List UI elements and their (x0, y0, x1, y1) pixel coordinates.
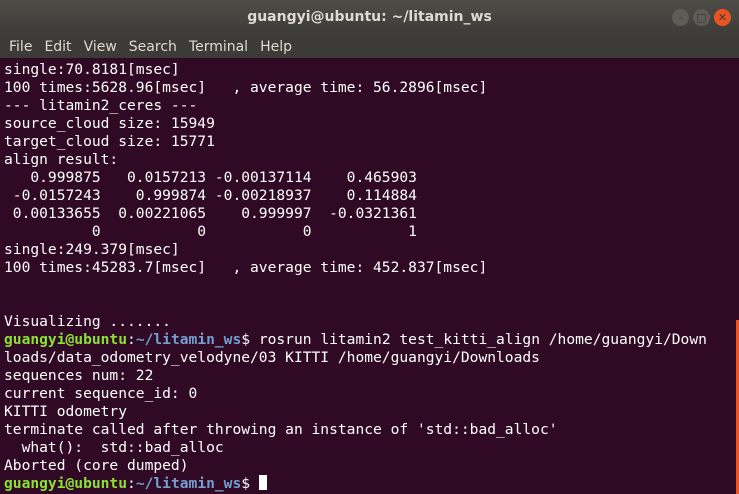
output-line: -0.0157243 0.999874 -0.00218937 0.114884 (4, 187, 417, 204)
output-line: Visualizing ....... (4, 313, 171, 330)
output-line: loads/data_odometry_velodyne/03 KITTI /h… (4, 349, 540, 366)
menu-view[interactable]: View (78, 39, 123, 55)
prompt-separator: : (127, 475, 136, 492)
output-line: 0.00133655 0.00221065 0.999997 -0.032136… (4, 205, 417, 222)
output-line: single:249.379[msec] (4, 241, 180, 258)
terminal-output[interactable]: single:70.8181[msec] 100 times:5628.96[ms… (0, 58, 731, 494)
terminal-lines: single:70.8181[msec] 100 times:5628.96[ms… (4, 61, 707, 493)
prompt-line: guangyi@ubuntu:~/litamin_ws$ rosrun lita… (4, 331, 707, 349)
output-line: --- litamin2_ceres --- (4, 97, 198, 114)
menu-bar: File Edit View Search Terminal Help (0, 36, 739, 58)
terminal-window: guangyi@ubuntu: ~/litamin_ws – □ ✕ File … (0, 0, 739, 494)
prompt-path: ~/litamin_ws (135, 475, 242, 492)
output-line: current sequence_id: 0 (4, 385, 198, 402)
output-line: terminate called after throwing an insta… (4, 421, 558, 438)
output-line: 0.999875 0.0157213 -0.00137114 0.465903 (4, 169, 417, 186)
output-line: target_cloud size: 15771 (4, 133, 215, 150)
menu-help[interactable]: Help (254, 39, 298, 55)
prompt-separator: : (127, 331, 136, 348)
prompt-command: $ (241, 475, 259, 492)
prompt-line: guangyi@ubuntu:~/litamin_ws$ (4, 475, 707, 493)
minimize-icon[interactable]: – (672, 9, 689, 26)
output-line: what(): std::bad_alloc (4, 439, 224, 456)
cursor (258, 475, 267, 490)
title-bar[interactable]: guangyi@ubuntu: ~/litamin_ws – □ ✕ (0, 0, 739, 36)
output-line: sequences num: 22 (4, 367, 154, 384)
prompt-path: ~/litamin_ws (135, 331, 242, 348)
output-line: source_cloud size: 15949 (4, 115, 215, 132)
output-line: KITTI odometry (4, 403, 128, 420)
output-line: 100 times:45283.7[msec] , average time: … (4, 259, 488, 276)
output-line: single:70.8181[msec] (4, 61, 180, 78)
menu-file[interactable]: File (3, 39, 38, 55)
output-line: align result: (4, 151, 119, 168)
prompt-user: guangyi@ubuntu (4, 331, 128, 348)
menu-search[interactable]: Search (123, 39, 183, 55)
prompt-command: $ rosrun litamin2 test_kitti_align /home… (241, 331, 707, 348)
output-line (4, 295, 707, 313)
menu-edit[interactable]: Edit (38, 39, 77, 55)
output-line: 100 times:5628.96[msec] , average time: … (4, 79, 488, 96)
window-controls: – □ ✕ (672, 9, 731, 26)
prompt-user: guangyi@ubuntu (4, 475, 128, 492)
output-line (4, 277, 707, 295)
maximize-icon[interactable]: □ (693, 9, 710, 26)
close-icon[interactable]: ✕ (714, 9, 731, 26)
window-title: guangyi@ubuntu: ~/litamin_ws (247, 9, 492, 25)
output-line: Aborted (core dumped) (4, 457, 189, 474)
menu-terminal[interactable]: Terminal (183, 39, 254, 55)
output-line: 0 0 0 1 (4, 223, 417, 240)
